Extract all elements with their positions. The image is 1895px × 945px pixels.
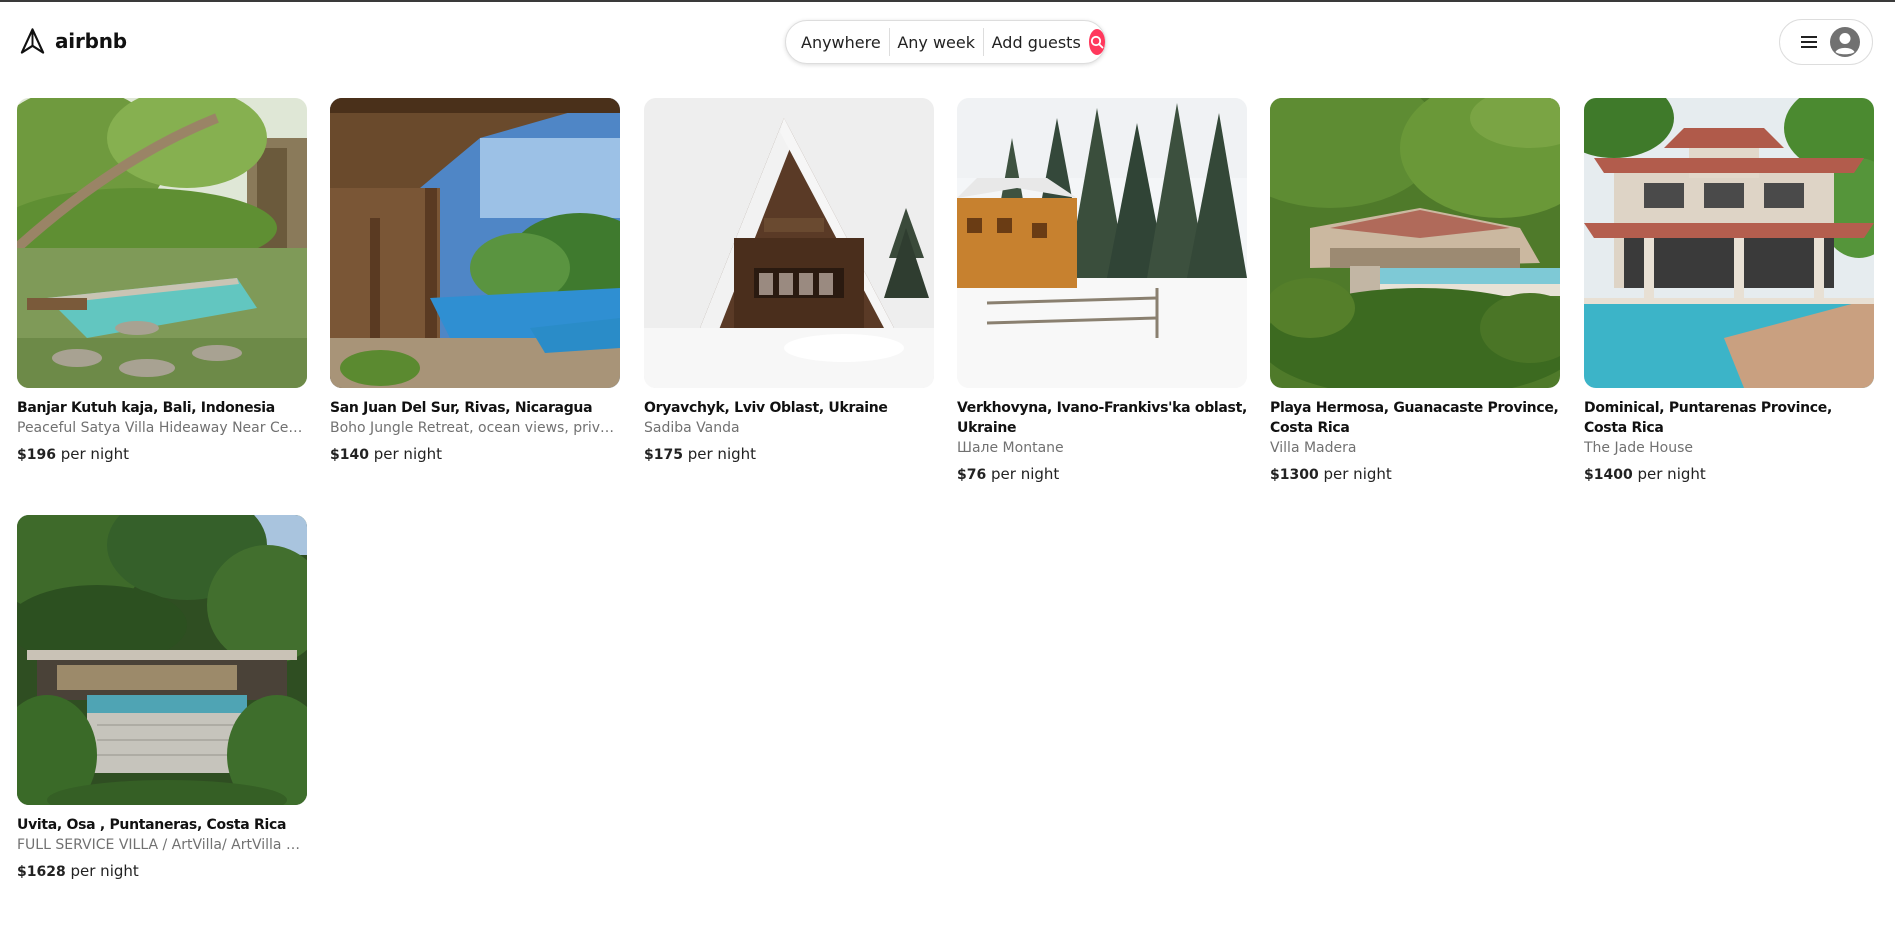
price-amount: $1300 [1270, 467, 1319, 483]
listing-photo[interactable] [17, 98, 307, 388]
listing-card[interactable]: Banjar Kutuh kaja, Bali, Indonesia Peace… [17, 98, 307, 465]
avatar-icon [1830, 27, 1860, 57]
search-bar[interactable]: Anywhere Any week Add guests [785, 20, 1106, 64]
listing-price: $1400 per night [1584, 464, 1874, 485]
user-menu-button[interactable] [1779, 19, 1873, 65]
listing-photo[interactable] [957, 98, 1247, 388]
listing-price: $196 per night [17, 444, 307, 465]
listing-name: The Jade House [1584, 440, 1694, 456]
listing-name: Sadiba Vanda [644, 420, 740, 436]
listing-image [17, 98, 307, 388]
listing-card[interactable]: Oryavchyk, Lviv Oblast, Ukraine Sadiba V… [644, 98, 934, 465]
listing-card[interactable]: Verkhovyna, Ivano-Frankivs'ka oblast, Uk… [957, 98, 1247, 485]
listing-location: San Juan Del Sur, Rivas, Nicaragua [330, 400, 593, 416]
listing-card[interactable]: Uvita, Osa , Puntaneras, Costa Rica FULL… [17, 515, 307, 882]
listing-image [644, 98, 934, 388]
search-icon [1090, 35, 1104, 49]
price-amount: $1628 [17, 864, 66, 880]
listing-price: $1300 per night [1270, 464, 1560, 485]
listing-photo[interactable] [1270, 98, 1560, 388]
listing-name: FULL SERVICE VILLA / ArtVilla/ ArtVilla … [17, 837, 307, 853]
price-amount: $1400 [1584, 467, 1633, 483]
listing-photo[interactable] [17, 515, 307, 805]
date-filter[interactable]: Any week [897, 33, 975, 52]
location-filter[interactable]: Anywhere [801, 33, 881, 52]
listing-image [1584, 98, 1874, 388]
listing-location: Verkhovyna, Ivano-Frankivs'ka oblast, Uk… [957, 400, 1248, 436]
top-navbar: airbnb Anywhere Any week Add guests [0, 2, 1895, 80]
listing-location: Oryavchyk, Lviv Oblast, Ukraine [644, 400, 888, 416]
listing-image [330, 98, 620, 388]
price-suffix: per night [373, 445, 443, 463]
price-suffix: per night [60, 445, 130, 463]
listing-price: $76 per night [957, 464, 1247, 485]
listing-name: Boho Jungle Retreat, ocean views, privat… [330, 420, 620, 436]
listing-name: Villa Madera [1270, 440, 1357, 456]
listing-location: Dominical, Puntarenas Province, Costa Ri… [1584, 400, 1832, 436]
price-amount: $175 [644, 447, 683, 463]
price-amount: $76 [957, 467, 987, 483]
listing-card[interactable]: San Juan Del Sur, Rivas, Nicaragua Boho … [330, 98, 620, 465]
hamburger-menu-icon [1801, 36, 1817, 48]
price-suffix: per night [1637, 465, 1706, 483]
price-amount: $140 [330, 447, 369, 463]
listing-price: $1628 per night [17, 861, 307, 882]
airbnb-logo-icon [20, 28, 45, 54]
listing-price: $140 per night [330, 444, 620, 465]
listing-photo[interactable] [644, 98, 934, 388]
listing-price: $175 per night [644, 444, 934, 465]
listing-location: Uvita, Osa , Puntaneras, Costa Rica [17, 817, 287, 833]
guests-filter[interactable]: Add guests [992, 33, 1081, 52]
listing-image [957, 98, 1247, 388]
price-suffix: per night [1323, 465, 1392, 483]
price-suffix: per night [991, 465, 1060, 483]
listing-name: Peaceful Satya Villa Hideaway Near Cente… [17, 420, 307, 436]
listing-photo[interactable] [330, 98, 620, 388]
brand-name: airbnb [55, 29, 127, 53]
listing-name: Шале Montane [957, 440, 1064, 456]
price-suffix: per night [687, 445, 757, 463]
divider [983, 28, 984, 56]
listing-card[interactable]: Dominical, Puntarenas Province, Costa Ri… [1584, 98, 1874, 485]
listing-card[interactable]: Playa Hermosa, Guanacaste Province, Cost… [1270, 98, 1560, 485]
airbnb-logo[interactable]: airbnb [18, 26, 127, 56]
price-amount: $196 [17, 447, 56, 463]
divider [888, 28, 890, 56]
listing-photo[interactable] [1584, 98, 1874, 388]
listing-image [17, 515, 307, 805]
listing-location: Banjar Kutuh kaja, Bali, Indonesia [17, 400, 275, 416]
price-suffix: per night [70, 862, 139, 880]
listing-location: Playa Hermosa, Guanacaste Province, Cost… [1270, 400, 1559, 436]
search-button[interactable] [1088, 29, 1105, 55]
listing-image [1270, 98, 1560, 388]
